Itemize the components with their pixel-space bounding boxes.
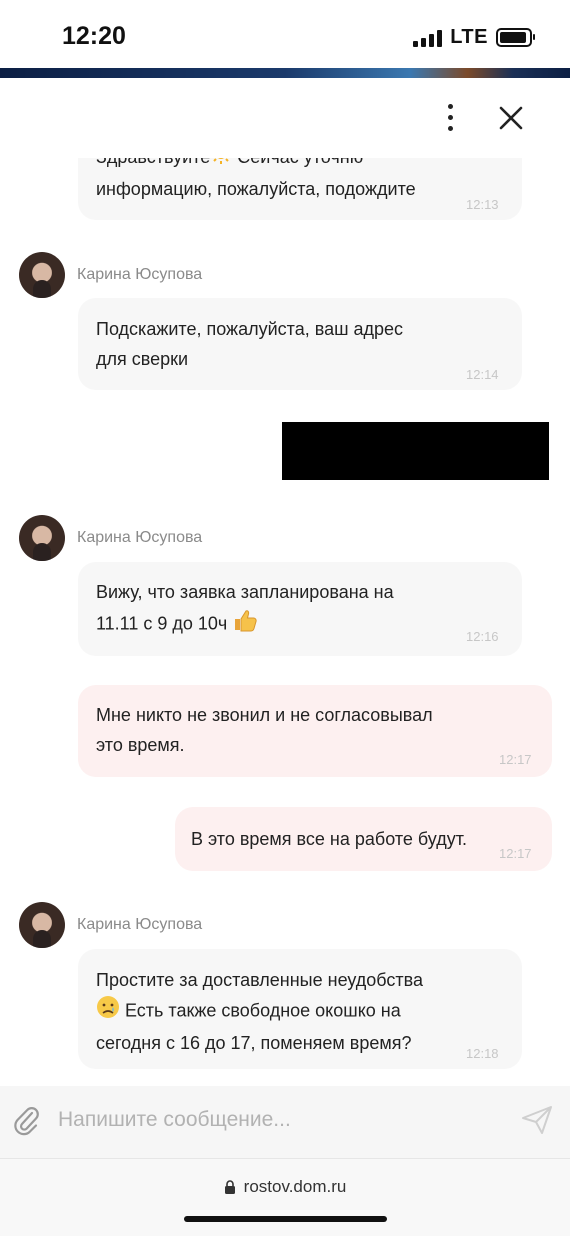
network-label: LTE bbox=[450, 26, 488, 48]
message-sender: Карина Юсупова bbox=[19, 252, 202, 298]
signal-icon bbox=[413, 29, 443, 47]
status-indicators: LTE bbox=[413, 26, 535, 49]
avatar bbox=[19, 902, 65, 948]
redacted-message bbox=[282, 422, 549, 480]
message-line: Простите за доставленные неудобства bbox=[96, 970, 424, 990]
browser-url[interactable]: rostov.dom.ru bbox=[0, 1177, 570, 1197]
send-icon[interactable] bbox=[520, 1104, 554, 1136]
message-line: Есть также свободное окошко на bbox=[120, 1000, 401, 1021]
message-clip: Здравствуйте Сейчас уточню информацию, п… bbox=[0, 158, 570, 228]
message-line: для сверки bbox=[96, 349, 189, 369]
thumbs-up-emoji-icon bbox=[232, 607, 258, 642]
lock-icon bbox=[224, 1180, 236, 1194]
status-time: 12:20 bbox=[62, 22, 126, 50]
message-line: Здравствуйте bbox=[96, 158, 210, 167]
message-text: В это время все на работе будут. bbox=[191, 824, 467, 854]
paperclip-icon[interactable] bbox=[12, 1104, 40, 1136]
message-text: Мне никто не звонил и не согласовывал эт… bbox=[96, 700, 433, 760]
message-bubble: Простите за доставленные неудобства Есть… bbox=[78, 949, 522, 1069]
message-bubble: Вижу, что заявка запланирована на 11.11 … bbox=[78, 562, 522, 656]
message-time: 12:13 bbox=[466, 197, 499, 212]
more-vertical-icon[interactable] bbox=[436, 104, 464, 134]
message-text: Здравствуйте Сейчас уточню информацию, п… bbox=[96, 158, 416, 204]
avatar bbox=[19, 515, 65, 561]
message-bubble: Здравствуйте Сейчас уточню информацию, п… bbox=[78, 158, 522, 220]
message-text: Вижу, что заявка запланирована на 11.11 … bbox=[96, 577, 394, 642]
battery-icon bbox=[496, 28, 535, 47]
browser-bar bbox=[0, 1158, 570, 1236]
message-time: 12:17 bbox=[499, 846, 532, 861]
message-line: Мне никто не звонил и не согласовывал bbox=[96, 705, 433, 725]
close-icon[interactable] bbox=[496, 103, 526, 133]
message-line: это время. bbox=[96, 735, 185, 755]
sender-name: Карина Юсупова bbox=[77, 916, 203, 933]
sad-face-emoji-icon bbox=[96, 995, 120, 1028]
sun-emoji-icon bbox=[210, 158, 232, 174]
sender-name: Карина Юсупова bbox=[77, 266, 203, 283]
message-sender: Карина Юсупова bbox=[19, 515, 202, 561]
message-bubble: В это время все на работе будут. 12:17 bbox=[175, 807, 552, 871]
message-line: Сейчас уточню bbox=[232, 158, 363, 167]
message-time: 12:16 bbox=[466, 629, 499, 644]
chat-header bbox=[0, 78, 570, 158]
message-bubble: Мне никто не звонил и не согласовывал эт… bbox=[78, 685, 552, 777]
message-line: Подскажите, пожалуйста, ваш адрес bbox=[96, 319, 404, 339]
message-line: 11.11 с 9 до 10ч bbox=[96, 613, 228, 634]
message-line: сегодня с 16 до 17, поменяем время? bbox=[96, 1033, 412, 1053]
avatar bbox=[19, 252, 65, 298]
message-input[interactable] bbox=[58, 1102, 498, 1138]
message-line: информацию, пожалуйста, подождите bbox=[96, 178, 416, 199]
message-time: 12:17 bbox=[499, 752, 532, 767]
status-bar: 12:20 LTE bbox=[0, 0, 570, 68]
message-text: Простите за доставленные неудобства Есть… bbox=[96, 965, 423, 1058]
sender-name: Карина Юсупова bbox=[77, 529, 203, 546]
home-indicator[interactable] bbox=[184, 1216, 387, 1222]
page-banner-strip bbox=[0, 68, 570, 78]
message-bubble: Подскажите, пожалуйста, ваш адрес для св… bbox=[78, 298, 522, 390]
message-sender: Карина Юсупова bbox=[19, 902, 202, 948]
message-line: Вижу, что заявка запланирована на bbox=[96, 582, 394, 602]
message-text: Подскажите, пожалуйста, ваш адрес для св… bbox=[96, 314, 403, 374]
message-time: 12:14 bbox=[466, 367, 499, 382]
message-line: В это время все на работе будут. bbox=[191, 829, 467, 849]
url-text: rostov.dom.ru bbox=[243, 1177, 347, 1196]
message-time: 12:18 bbox=[466, 1046, 499, 1061]
